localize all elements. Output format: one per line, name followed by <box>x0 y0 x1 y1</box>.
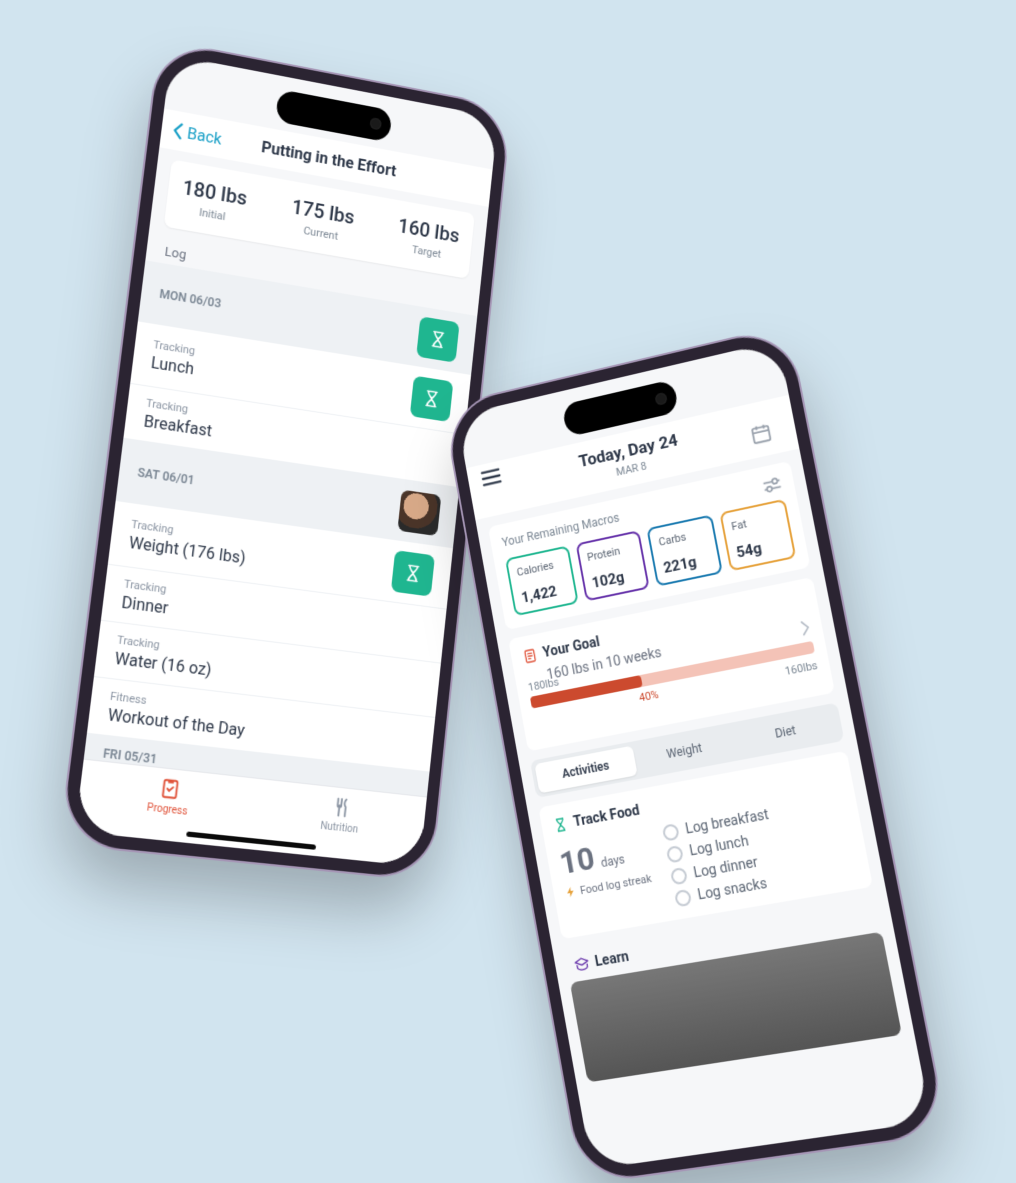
back-button[interactable]: Back <box>170 120 222 147</box>
checkbox-icon <box>669 867 687 886</box>
streak-days-label: days <box>600 852 626 870</box>
goal-pct-label: 40% <box>638 688 660 705</box>
goal-right-label: 160lbs <box>784 659 819 678</box>
macro-value: 1,422 <box>520 580 568 607</box>
graduation-icon <box>573 955 591 973</box>
todo-label: Log snacks <box>697 876 769 904</box>
weight-target: 160 lbs Target <box>395 214 460 264</box>
progress-screen: Back Putting in the Effort 180 lbs Initi… <box>75 55 498 867</box>
learn-heading-text: Learn <box>594 949 630 970</box>
dashboard-screen: Today, Day 24 MAR 8 Your Remaining Macro… <box>457 341 932 1170</box>
log-date-sat-text: SAT 06/01 <box>137 465 195 487</box>
calendar-icon <box>748 421 773 447</box>
segment-weight[interactable]: Weight <box>632 727 737 775</box>
log-action-button[interactable] <box>410 376 454 423</box>
todo-label: Log lunch <box>688 833 750 859</box>
hourglass-icon <box>421 387 442 411</box>
checkbox-icon <box>665 845 683 864</box>
macro-fat[interactable]: Fat 54g <box>719 499 796 572</box>
phone-dashboard: Today, Day 24 MAR 8 Your Remaining Macro… <box>444 326 946 1183</box>
chevron-right-icon <box>799 619 812 637</box>
adjust-button[interactable] <box>761 475 784 499</box>
macro-label: Fat <box>730 511 779 534</box>
calendar-button[interactable] <box>748 421 774 451</box>
segment-diet[interactable]: Diet <box>732 707 840 756</box>
todo-list: Log breakfast Log lunch Log dinner Log s… <box>661 807 782 908</box>
tab-nutrition-label: Nutrition <box>320 821 359 836</box>
log-action-button[interactable] <box>391 550 435 597</box>
weight-current: 175 lbs Current <box>289 195 356 245</box>
hourglass-icon <box>402 561 423 585</box>
sliders-icon <box>761 475 783 495</box>
utensils-icon <box>330 795 354 820</box>
macro-value: 54g <box>735 534 785 562</box>
macro-calories[interactable]: Calories 1,422 <box>505 545 578 616</box>
track-food-heading-text: Track Food <box>572 803 641 831</box>
hamburger-icon <box>480 466 503 487</box>
macro-protein[interactable]: Protein 102g <box>575 530 650 601</box>
goal-chevron <box>799 619 813 641</box>
clipboard-icon <box>157 776 182 801</box>
streak-count: 10 <box>557 839 598 882</box>
tab-nutrition[interactable]: Nutrition <box>251 787 426 867</box>
page-title: Putting in the Effort <box>260 137 397 180</box>
checkbox-icon <box>674 889 692 908</box>
back-label: Back <box>186 123 223 148</box>
log-date-mon-text: MON 06/03 <box>159 287 222 311</box>
bolt-icon <box>564 884 578 900</box>
hourglass-icon <box>427 327 448 351</box>
macro-label: Carbs <box>658 526 706 548</box>
menu-button[interactable] <box>480 466 504 491</box>
macro-carbs[interactable]: Carbs 221g <box>646 515 722 587</box>
phone-progress: Back Putting in the Effort 180 lbs Initi… <box>61 41 510 880</box>
weight-initial: 180 lbs Initial <box>179 175 248 226</box>
streak-block: 10 days Food log streak <box>557 829 658 925</box>
segment-activities[interactable]: Activities <box>534 746 637 794</box>
workout-thumbnail[interactable] <box>397 490 441 537</box>
macro-label: Protein <box>586 542 634 564</box>
macro-label: Calories <box>516 557 563 579</box>
hourglass-icon <box>552 815 570 835</box>
checkbox-icon <box>661 823 679 842</box>
tab-progress-label: Progress <box>146 802 188 818</box>
macro-value: 221g <box>662 550 711 577</box>
log-name: Dinner <box>121 592 170 617</box>
clipboard-icon <box>521 646 539 666</box>
macro-value: 102g <box>590 565 639 592</box>
scale-button[interactable] <box>416 316 459 363</box>
goal-heading-text: Your Goal <box>542 634 602 661</box>
chevron-left-icon <box>171 121 185 141</box>
